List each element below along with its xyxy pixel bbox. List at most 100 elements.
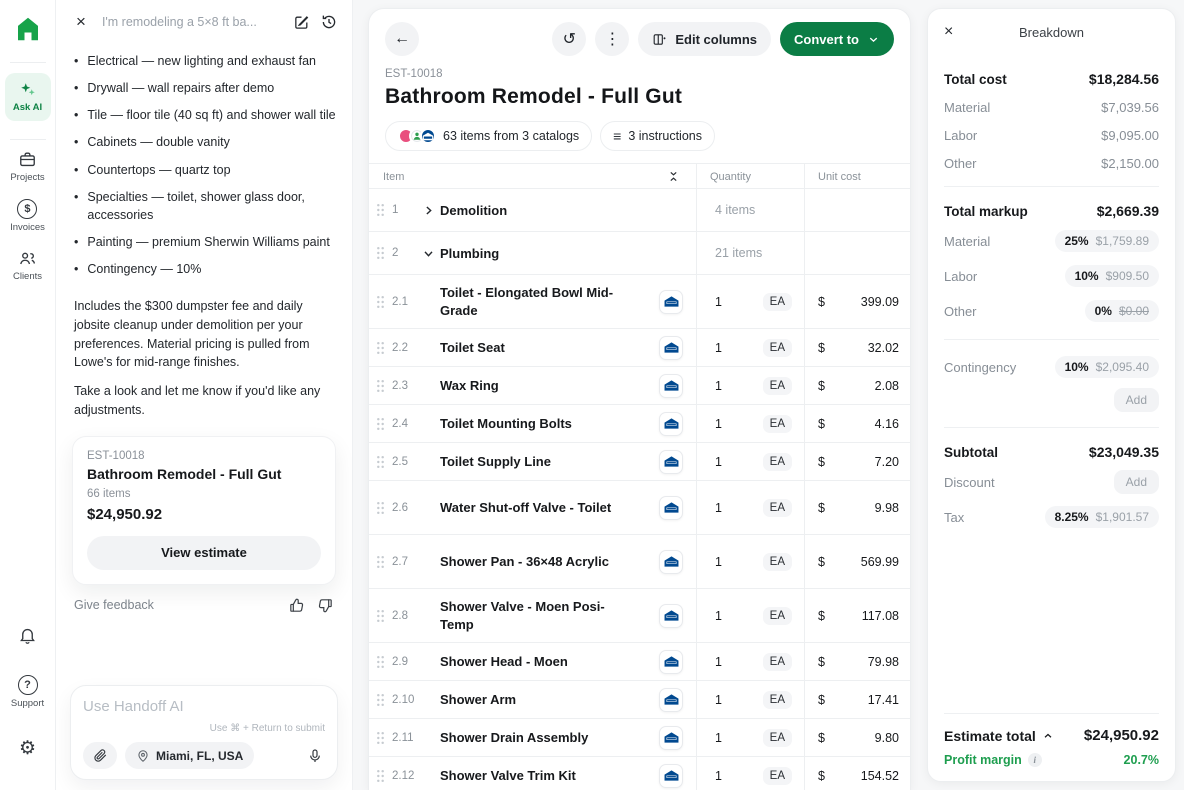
section-row[interactable]: 2Plumbing21 items xyxy=(369,231,910,274)
drag-handle-icon[interactable] xyxy=(376,341,392,355)
expand-section-icon[interactable] xyxy=(422,204,440,217)
close-breakdown-icon[interactable]: × xyxy=(944,23,953,41)
quantity-cell[interactable]: 1 EA xyxy=(696,481,804,534)
handoff-logo-icon[interactable] xyxy=(13,14,43,44)
quantity-cell[interactable]: 1 EA xyxy=(696,719,804,756)
drag-handle-icon[interactable] xyxy=(376,455,392,469)
quantity-cell[interactable]: 1EA xyxy=(696,443,804,480)
composer-input[interactable]: Use Handoff AI xyxy=(83,698,325,715)
unit-cost-value[interactable]: 9.98 xyxy=(875,501,899,515)
quantity-value[interactable]: 1 xyxy=(715,731,722,745)
discount-add-button[interactable]: Add xyxy=(1114,470,1159,494)
unit-badge[interactable]: EA xyxy=(763,293,792,311)
markup-pill[interactable]: 10%$909.50 xyxy=(1065,265,1159,287)
sidebar-item-ask-ai[interactable]: Ask AI xyxy=(5,73,51,121)
drag-handle-icon[interactable] xyxy=(376,731,392,745)
unit-badge[interactable]: EA xyxy=(763,767,792,785)
item-row[interactable]: 2.11Shower Drain Assembly1EA$9.80 xyxy=(369,718,910,756)
unit-cost-value[interactable]: 569.99 xyxy=(861,555,899,569)
tax-pill[interactable]: 8.25% $1,901.57 xyxy=(1045,506,1159,528)
item-row[interactable]: 2.3Wax Ring1EA$2.08 xyxy=(369,366,910,404)
sidebar-item-invoices[interactable]: $ Invoices xyxy=(10,199,45,233)
drag-handle-icon[interactable] xyxy=(376,609,392,623)
item-row[interactable]: 2.12Shower Valve Trim Kit1EA$154.52 xyxy=(369,756,910,790)
quantity-cell[interactable]: 21 items xyxy=(696,232,804,274)
item-row[interactable]: 2.1Toilet - Elongated Bowl Mid-Grade1EA$… xyxy=(369,274,910,328)
unit-badge[interactable]: EA xyxy=(763,607,792,625)
unit-cost-cell[interactable]: $2.08 xyxy=(804,367,910,404)
quantity-value[interactable]: 1 xyxy=(715,501,722,515)
quantity-cell[interactable]: 1EA xyxy=(696,681,804,718)
attach-file-button[interactable] xyxy=(83,742,117,769)
item-row[interactable]: 2.9Shower Head - Moen1EA$79.98 xyxy=(369,642,910,680)
unit-badge[interactable]: EA xyxy=(763,499,792,517)
convert-to-button[interactable]: Convert to xyxy=(780,22,894,56)
new-chat-icon[interactable] xyxy=(293,14,310,31)
unit-cost-cell[interactable]: $32.02 xyxy=(804,329,910,366)
unit-cost-cell[interactable]: $154.52 xyxy=(804,757,910,790)
unit-cost-cell[interactable]: $4.16 xyxy=(804,405,910,442)
contingency-pill[interactable]: 10% $2,095.40 xyxy=(1055,356,1159,378)
unit-badge[interactable]: EA xyxy=(763,729,792,747)
sidebar-item-projects[interactable]: Projects xyxy=(10,150,44,183)
thumbs-up-icon[interactable] xyxy=(288,597,305,614)
markup-pill[interactable]: 25%$1,759.89 xyxy=(1055,230,1159,252)
quantity-value[interactable]: 1 xyxy=(715,609,722,623)
more-options-button[interactable]: ⋮ xyxy=(595,22,629,56)
unit-cost-cell[interactable]: $9.80 xyxy=(804,719,910,756)
estimate-total-toggle[interactable]: Estimate total xyxy=(944,728,1054,744)
sidebar-item-clients[interactable]: Clients xyxy=(13,249,42,282)
quantity-cell[interactable]: 1EA xyxy=(696,329,804,366)
unit-cost-cell[interactable]: $7.20 xyxy=(804,443,910,480)
item-row[interactable]: 2.4Toilet Mounting Bolts1EA$4.16 xyxy=(369,404,910,442)
quantity-value[interactable]: 1 xyxy=(715,555,722,569)
quantity-cell[interactable]: 1EA xyxy=(696,405,804,442)
unit-cost-value[interactable]: 32.02 xyxy=(868,341,899,355)
unit-cost-value[interactable]: 17.41 xyxy=(868,693,899,707)
quantity-value[interactable]: 1 xyxy=(715,455,722,469)
item-row[interactable]: 2.5Toilet Supply Line1EA$7.20 xyxy=(369,442,910,480)
unit-cost-cell[interactable]: $17.41 xyxy=(804,681,910,718)
quantity-value[interactable]: 1 xyxy=(715,693,722,707)
ai-composer[interactable]: Use Handoff AI Use ⌘ + Return to submit … xyxy=(70,685,338,780)
drag-handle-icon[interactable] xyxy=(376,203,392,217)
drag-handle-icon[interactable] xyxy=(376,769,392,783)
unit-cost-value[interactable]: 154.52 xyxy=(861,769,899,783)
unit-cost-value[interactable]: 9.80 xyxy=(875,731,899,745)
drag-handle-icon[interactable] xyxy=(376,379,392,393)
voice-input-button[interactable] xyxy=(305,746,325,766)
item-row[interactable]: 2.10Shower Arm1EA$17.41 xyxy=(369,680,910,718)
unit-cost-cell[interactable]: $79.98 xyxy=(804,643,910,680)
unit-cost-cell[interactable] xyxy=(804,189,910,231)
item-row[interactable]: 2.7Shower Pan - 36×48 Acrylic1EA$569.99 xyxy=(369,534,910,588)
unit-cost-value[interactable]: 399.09 xyxy=(861,295,899,309)
unit-cost-value[interactable]: 4.16 xyxy=(875,417,899,431)
unit-badge[interactable]: EA xyxy=(763,553,792,571)
quantity-value[interactable]: 1 xyxy=(715,295,722,309)
unit-badge[interactable]: EA xyxy=(763,653,792,671)
chat-thread-title[interactable]: I'm remodeling a 5×8 ft ba... xyxy=(102,15,283,29)
drag-handle-icon[interactable] xyxy=(376,417,392,431)
drag-handle-icon[interactable] xyxy=(376,555,392,569)
quantity-cell[interactable]: 1EA xyxy=(696,367,804,404)
drag-handle-icon[interactable] xyxy=(376,693,392,707)
quantity-value[interactable]: 1 xyxy=(715,655,722,669)
drag-handle-icon[interactable] xyxy=(376,655,392,669)
quantity-cell[interactable]: 1 EA xyxy=(696,275,804,328)
notifications-button[interactable] xyxy=(18,626,37,645)
back-button[interactable]: ← xyxy=(385,22,419,56)
instructions-chip[interactable]: ≡ 3 instructions xyxy=(600,121,715,151)
contingency-add-button[interactable]: Add xyxy=(1114,388,1159,412)
unit-cost-cell[interactable]: $117.08 xyxy=(804,589,910,642)
unit-cost-cell[interactable]: $569.99 xyxy=(804,535,910,588)
edit-columns-button[interactable]: Edit columns xyxy=(638,22,771,56)
quantity-cell[interactable]: 1 EA xyxy=(696,589,804,642)
undo-button[interactable]: ↺ xyxy=(552,22,586,56)
sidebar-item-support[interactable]: ? Support xyxy=(11,675,44,709)
unit-cost-cell[interactable]: $399.09 xyxy=(804,275,910,328)
quantity-cell[interactable]: 4 items xyxy=(696,189,804,231)
drag-handle-icon[interactable] xyxy=(376,246,392,260)
quantity-cell[interactable]: 1 EA xyxy=(696,643,804,680)
drag-handle-icon[interactable] xyxy=(376,295,392,309)
quantity-value[interactable]: 1 xyxy=(715,417,722,431)
